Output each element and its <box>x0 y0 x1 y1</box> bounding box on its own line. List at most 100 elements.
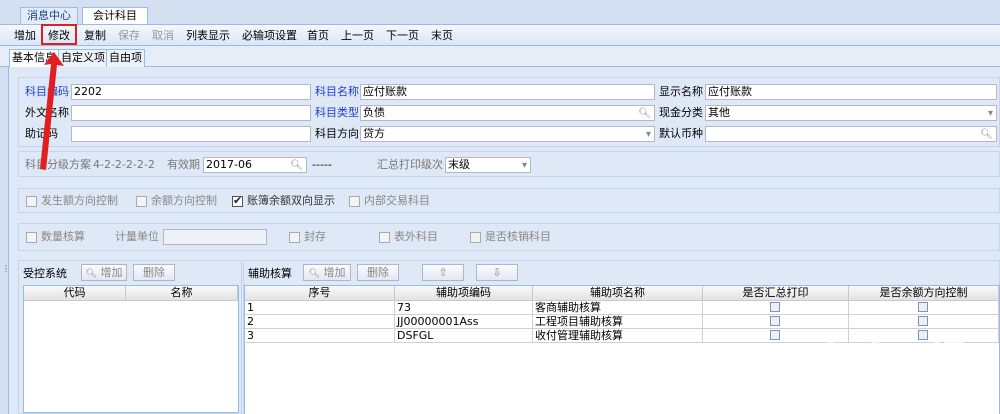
valid-period-value: 2017-06 <box>206 158 252 171</box>
checkmark-icon: ✔ <box>233 194 243 207</box>
toolbar: 增加 修改 复制 保存 取消 列表显示 必输项设置 首页 上一页 下一页 末页 <box>0 24 1000 46</box>
last-page-button[interactable]: 末页 <box>431 27 453 44</box>
cash-class-value: 其他 <box>708 106 730 119</box>
default-currency-field[interactable]: 🔍︎ <box>705 126 997 142</box>
tab-accounting-subjects[interactable]: 会计科目 <box>82 7 148 25</box>
aux-row-2-summary-checkbox[interactable] <box>770 316 780 326</box>
check-quantity-label: 数量核算 <box>41 230 85 243</box>
check-internal-trade[interactable] <box>349 196 360 207</box>
summary-level-select[interactable]: 末级 ▾ <box>445 157 531 173</box>
tab-free-items[interactable]: 自由项 <box>106 49 145 67</box>
baidu-watermark-url: jingyan.baidu.com <box>770 370 937 391</box>
code-field[interactable]: 2202 <box>71 84 311 100</box>
aux-add-button[interactable]: 🔍︎ 增加 <box>303 264 351 281</box>
list-view-button[interactable]: 列表显示 <box>186 27 230 44</box>
check-occurrence-direction[interactable] <box>26 196 37 207</box>
name-field[interactable]: 应付账款 <box>360 84 655 100</box>
check-seal-label: 封存 <box>304 230 326 243</box>
basic-fields-panel: 科目编码 2202 科目名称 应付账款 显示名称 应付账款 外文名称 科目类型 … <box>18 77 1000 147</box>
controlled-col-code[interactable]: 代码 <box>24 286 126 301</box>
cash-class-select[interactable]: 其他 ▾ <box>705 105 997 121</box>
check-balance-direction-label: 余额方向控制 <box>151 194 217 207</box>
valid-period-field[interactable]: 2017-06 🔍︎ <box>203 157 307 173</box>
aux-col-name[interactable]: 辅助项名称 <box>533 286 703 301</box>
check-occurrence-direction-label: 发生额方向控制 <box>41 194 118 207</box>
aux-row-2-seq: 2 <box>245 315 395 329</box>
search-icon: 🔍︎ <box>308 269 320 279</box>
chevron-down-icon[interactable]: ▾ <box>522 159 527 172</box>
check-off-sheet-label: 表外科目 <box>394 230 438 243</box>
default-currency-label: 默认币种 <box>659 127 703 140</box>
search-icon[interactable]: 🔍︎ <box>980 128 993 141</box>
move-up-button[interactable]: ⇧ <box>422 264 464 281</box>
name-label: 科目名称 <box>315 85 359 98</box>
aux-row-2-balance-checkbox[interactable] <box>918 316 928 326</box>
type-value: 负债 <box>363 106 385 119</box>
aux-row-2-code: JJ00000001Ass <box>395 315 533 329</box>
aux-row-3-seq: 3 <box>245 329 395 343</box>
quantity-options-panel: 数量核算 计量单位 封存 表外科目 是否核销科目 <box>18 223 1000 251</box>
aux-delete-button[interactable]: 删除 <box>357 264 399 281</box>
check-bidirectional-display[interactable]: ✔ <box>232 194 243 207</box>
direction-label: 科目方向 <box>315 127 359 140</box>
aux-add-label: 增加 <box>323 266 346 279</box>
search-icon[interactable]: 🔍︎ <box>638 107 651 120</box>
aux-row-2-name: 工程项目辅助核算 <box>533 315 703 329</box>
controlled-systems-panel: 受控系统 🔍︎ 增加 删除 代码 名称 <box>18 260 242 414</box>
cash-class-label: 现金分类 <box>659 106 703 119</box>
left-splitter[interactable]: ⋮ <box>0 67 10 414</box>
aux-row-1-summary-cell <box>703 301 849 315</box>
unit-field[interactable] <box>163 229 267 245</box>
type-label: 科目类型 <box>315 106 359 119</box>
aux-col-summary[interactable]: 是否汇总打印 <box>703 286 849 301</box>
direction-select[interactable]: 贷方 ▾ <box>360 126 655 142</box>
first-page-button[interactable]: 首页 <box>307 27 329 44</box>
scheme-panel: 科目分级方案 4-2-2-2-2-2 有效期 2017-06 🔍︎ ----- 汇… <box>18 151 1000 177</box>
check-writeoff[interactable] <box>470 232 481 243</box>
aux-col-balance[interactable]: 是否余额方向控制 <box>849 286 999 301</box>
required-settings-button[interactable]: 必输项设置 <box>242 27 297 44</box>
controlled-col-name[interactable]: 名称 <box>126 286 238 301</box>
type-field[interactable]: 负债 🔍︎ <box>360 105 655 121</box>
aux-row-1-name: 客商辅助核算 <box>533 301 703 315</box>
aux-row-1-balance-cell <box>849 301 999 315</box>
copy-button[interactable]: 复制 <box>84 27 106 44</box>
aux-row-1-balance-checkbox[interactable] <box>918 302 928 312</box>
aux-row-3-name: 收付管理辅助核算 <box>533 329 703 343</box>
check-off-sheet[interactable] <box>379 232 390 243</box>
next-page-button[interactable]: 下一页 <box>386 27 419 44</box>
direction-value: 贷方 <box>363 127 385 140</box>
aux-col-seq[interactable]: 序号 <box>245 286 395 301</box>
aux-col-code[interactable]: 辅助项编码 <box>395 286 533 301</box>
chevron-down-icon[interactable]: ▾ <box>646 128 651 141</box>
controlled-systems-grid: 代码 名称 <box>23 285 239 413</box>
foreign-name-field[interactable] <box>71 105 311 121</box>
arrow-down-icon: ⇩ <box>492 266 502 279</box>
controlled-add-button[interactable]: 🔍︎ 增加 <box>81 264 127 281</box>
check-seal[interactable] <box>289 232 300 243</box>
cancel-button[interactable]: 取消 <box>152 27 174 44</box>
move-down-button[interactable]: ⇩ <box>476 264 518 281</box>
save-button[interactable]: 保存 <box>118 27 140 44</box>
controlled-delete-button[interactable]: 删除 <box>133 264 175 281</box>
check-quantity[interactable] <box>26 232 37 243</box>
edit-highlight-box <box>41 24 77 45</box>
sub-tab-strip: 基本信息 自定义项 自由项 <box>0 46 1000 67</box>
prev-page-button[interactable]: 上一页 <box>341 27 374 44</box>
display-name-field[interactable]: 应付账款 <box>705 84 997 100</box>
add-button[interactable]: 增加 <box>14 27 36 44</box>
check-writeoff-label: 是否核销科目 <box>485 230 551 243</box>
chevron-down-icon[interactable]: ▾ <box>988 107 993 120</box>
search-icon[interactable]: 🔍︎ <box>290 159 303 172</box>
tab-message-center[interactable]: 消息中心 <box>20 7 78 24</box>
mnemonic-field[interactable] <box>71 126 311 142</box>
scheme-value: 4-2-2-2-2-2 <box>93 158 155 171</box>
top-tab-strip: 消息中心 会计科目 <box>0 0 1000 25</box>
splitter-grip-icon: ⋮ <box>2 264 10 273</box>
aux-row-1-summary-checkbox[interactable] <box>770 302 780 312</box>
summary-level-label: 汇总打印级次 <box>377 158 443 171</box>
check-balance-direction[interactable] <box>136 196 147 207</box>
controlled-systems-title: 受控系统 <box>23 267 67 280</box>
summary-level-value: 末级 <box>448 158 470 171</box>
display-name-label: 显示名称 <box>659 85 703 98</box>
